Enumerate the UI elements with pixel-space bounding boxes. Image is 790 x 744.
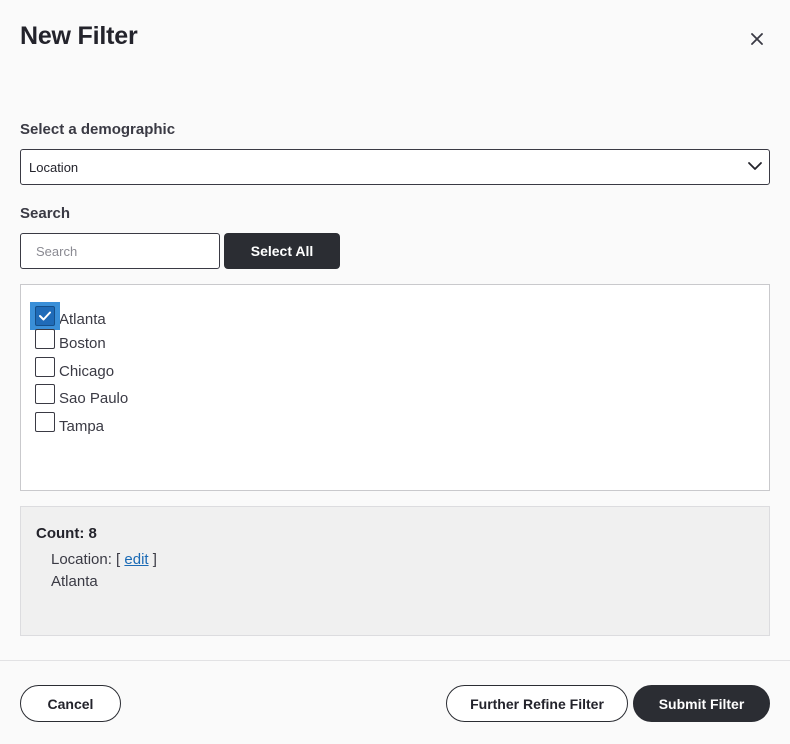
- demographic-selected-value: Location: [29, 159, 79, 175]
- edit-link[interactable]: edit: [124, 551, 148, 568]
- select-all-button[interactable]: Select All: [224, 233, 340, 269]
- location-suffix: ]: [152, 551, 157, 568]
- option-label: Atlanta: [59, 310, 106, 328]
- location-selected-value: Atlanta: [51, 573, 98, 590]
- demographic-select[interactable]: Location: [20, 149, 770, 185]
- checkbox-chicago[interactable]: [35, 357, 55, 377]
- option-atlanta[interactable]: Atlanta: [30, 302, 106, 330]
- option-label: Sao Paulo: [59, 389, 129, 407]
- option-label: Tampa: [59, 417, 105, 435]
- demographic-label: Select a demographic: [20, 121, 176, 138]
- location-options-list: Atlanta Boston Chicago Sao Paulo Tampa: [20, 284, 770, 491]
- option-boston[interactable]: Boston: [35, 329, 106, 353]
- search-input[interactable]: [20, 233, 220, 269]
- option-sao-paulo[interactable]: Sao Paulo: [35, 384, 129, 408]
- search-label: Search: [20, 205, 71, 222]
- chevron-down-icon: [748, 162, 762, 170]
- close-icon: [751, 33, 763, 45]
- option-tampa[interactable]: Tampa: [35, 412, 105, 436]
- checkbox-tampa[interactable]: [35, 412, 55, 432]
- further-refine-filter-button[interactable]: Further Refine Filter: [446, 685, 628, 722]
- option-chicago[interactable]: Chicago: [35, 357, 115, 381]
- option-label: Boston: [59, 334, 106, 352]
- footer-divider: [0, 660, 790, 661]
- location-prefix: Location: [: [51, 551, 121, 568]
- new-filter-modal: New Filter Select a demographic Location…: [0, 0, 790, 744]
- count-label: Count: 8: [36, 525, 97, 542]
- check-icon: [39, 311, 51, 321]
- checkbox-atlanta[interactable]: [30, 302, 60, 330]
- option-label: Chicago: [59, 362, 115, 380]
- cancel-button[interactable]: Cancel: [20, 685, 121, 722]
- filter-summary: Count: 8 Location: [ edit ] Atlanta: [20, 506, 770, 636]
- location-summary-line: Location: [ edit ]: [51, 551, 157, 568]
- submit-filter-button[interactable]: Submit Filter: [633, 685, 770, 722]
- checkbox-sao-paulo[interactable]: [35, 384, 55, 404]
- close-button[interactable]: [746, 28, 768, 50]
- checkbox-boston[interactable]: [35, 329, 55, 349]
- modal-title: New Filter: [20, 22, 138, 50]
